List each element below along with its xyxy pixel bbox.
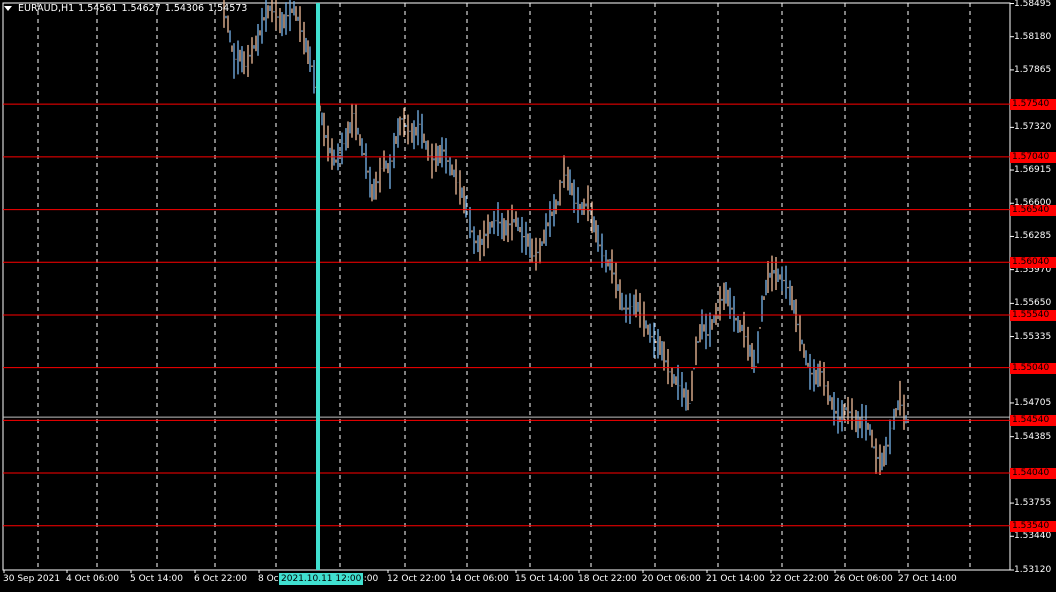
- level-price-tag: 1.55040: [1010, 362, 1056, 374]
- price-axis-label: 1.58180: [1014, 31, 1052, 42]
- time-axis-label: 30 Sep 2021: [3, 574, 61, 584]
- price-axis-label: 1.53120: [1014, 565, 1052, 575]
- time-axis-label: 27 Oct 14:00: [898, 574, 957, 584]
- price-axis-label: 1.54385: [1014, 431, 1052, 442]
- close-value: 1.54573: [208, 3, 248, 14]
- price-axis-label: 1.58495: [1014, 0, 1052, 9]
- price-axis-label: 1.57865: [1014, 64, 1052, 75]
- open-value: 1.54561: [78, 3, 118, 14]
- time-axis-label: 12 Oct 22:00: [387, 574, 446, 584]
- time-axis-label: 21 Oct 14:00: [706, 574, 765, 584]
- dropdown-triangle-icon[interactable]: [4, 6, 12, 11]
- time-axis-label: 4 Oct 06:00: [66, 574, 119, 584]
- price-axis-label: 1.53440: [1014, 531, 1052, 542]
- level-price-tag: 1.56040: [1010, 257, 1056, 269]
- time-axis-label: 20 Oct 06:00: [642, 574, 701, 584]
- price-axis-label: 1.56285: [1014, 231, 1052, 242]
- price-axis-label: 1.54705: [1014, 397, 1052, 408]
- level-price-tag: 1.54540: [1010, 415, 1056, 427]
- price-axis-label: 1.55650: [1014, 298, 1052, 309]
- time-axis-label: 5 Oct 14:00: [130, 574, 183, 584]
- time-axis-label: 26 Oct 06:00: [834, 574, 893, 584]
- time-axis-label: 6 Oct 22:00: [194, 574, 247, 584]
- price-chart[interactable]: [0, 0, 1056, 592]
- vertical-marker-label[interactable]: 2021.10.11 12:00: [279, 573, 364, 585]
- level-price-tag: 1.57040: [1010, 151, 1056, 163]
- low-value: 1.54306: [164, 3, 205, 14]
- time-axis-label: 22 Oct 22:00: [770, 574, 829, 584]
- time-axis-label: 15 Oct 14:00: [515, 574, 574, 584]
- high-value: 1.54627: [121, 3, 161, 14]
- level-price-tag: 1.54040: [1010, 468, 1056, 480]
- level-price-tag: 1.53540: [1010, 520, 1056, 532]
- symbol-header: EURAUD,H1 1.54561 1.54627 1.54306 1.5457…: [4, 3, 247, 14]
- price-axis-label: 1.57320: [1014, 122, 1052, 133]
- price-axis-label: 1.56915: [1014, 165, 1052, 176]
- plot-border: [2, 2, 1011, 571]
- time-axis-label: 18 Oct 22:00: [578, 574, 637, 584]
- time-axis-label: 8 Oc: [258, 574, 279, 584]
- price-axis-label: 1.55335: [1014, 331, 1052, 342]
- time-axis-label: 14 Oct 06:00: [450, 574, 509, 584]
- level-price-tag: 1.55540: [1010, 309, 1056, 321]
- level-price-tag: 1.56540: [1010, 204, 1056, 216]
- price-axis-label: 1.53755: [1014, 498, 1052, 509]
- symbol-name: EURAUD,H1: [18, 3, 75, 14]
- level-price-tag: 1.57540: [1010, 99, 1056, 111]
